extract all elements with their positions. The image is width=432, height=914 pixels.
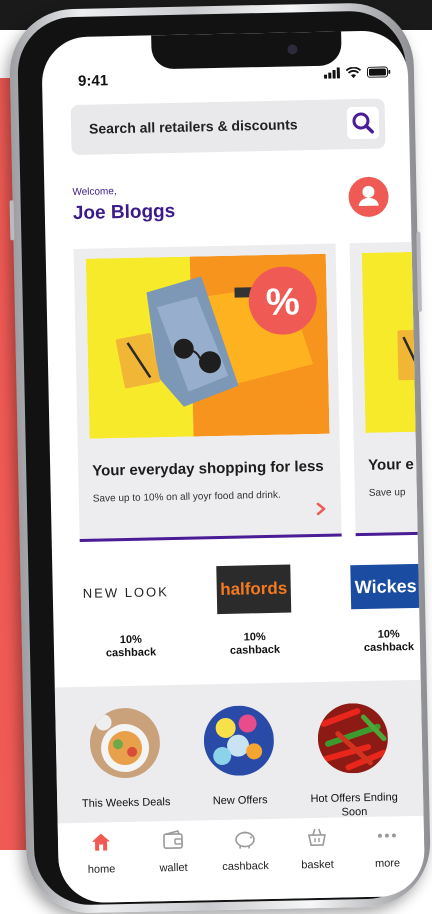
status-icons [324,66,391,78]
tab-label: basket [282,858,352,871]
promo-subtitle: Save up to 10% on all yoyr food and drin… [93,490,281,505]
tab-more[interactable]: more [352,824,423,870]
promo-title: Your e [368,456,414,474]
retailer-new-look[interactable]: NEW LOOK [83,583,169,603]
more-icon [376,824,398,846]
bottom-tab-bar: home wallet [58,816,426,904]
profile-button[interactable] [348,176,389,217]
welcome-text: Welcome, [72,186,117,198]
tab-label: more [352,857,422,870]
cashback-text: cashback [106,646,156,659]
retailer-halfords[interactable]: halfords [216,565,291,615]
phone-side-button [10,200,15,240]
offer-label: Hot Offers Ending Soon [304,790,405,818]
search-button[interactable] [347,107,380,140]
status-time: 9:41 [78,72,108,90]
chevron-right-icon [315,502,327,516]
camera-icon [287,44,297,54]
promo-card[interactable]: Your e Save up [350,242,426,536]
promo-image: % [86,254,330,439]
cashback-label: 10% cashback [86,633,177,661]
offer-label: New Offers [190,793,291,821]
search-bar[interactable]: Search all retailers & discounts [71,98,386,155]
cashback-value: 10% [378,628,400,640]
tab-label: wallet [138,861,208,874]
wallet-icon [162,829,184,851]
phone-notch [151,31,342,69]
promo-illustration [362,252,424,433]
signal-icon [324,67,340,78]
offer-label: This Weeks Deals [76,795,177,823]
retailer-wickes[interactable]: Wickes [350,564,421,609]
search-input[interactable]: Search all retailers & discounts [89,116,298,136]
promo-illustration: % [86,254,330,439]
tab-cashback[interactable]: cashback [210,827,281,873]
retailer-logo-text: halfords [220,579,287,600]
piggy-bank-icon [232,827,258,850]
phone-bezel: 9:41 Search all retailers & [17,10,424,906]
promo-image [362,252,424,433]
cashback-label: 10% cashback [344,628,426,656]
tab-wallet[interactable]: wallet [138,828,209,874]
tab-label: cashback [210,860,280,873]
promo-card[interactable]: % Your everyday shopping for less Save u… [74,244,342,542]
cashback-value: 10% [244,631,266,643]
basket-icon [306,826,328,848]
discount-badge-text: % [265,281,300,324]
user-name: Joe Bloggs [73,201,176,225]
user-icon [348,176,389,217]
tab-basket[interactable]: basket [282,825,353,871]
phone-screen: 9:41 Search all retailers & [41,30,425,903]
tab-home[interactable]: home [66,830,137,876]
home-icon [90,830,112,852]
battery-icon [367,66,391,78]
wifi-icon [346,67,361,78]
retailer-logo-text: NEW LOOK [83,584,169,601]
promo-title: Your everyday shopping for less [92,458,324,480]
tab-label: home [66,863,136,876]
promo-subtitle: Save up [369,487,406,499]
phone-side-button [416,232,422,312]
promo-arrow-button[interactable] [315,502,327,521]
cashback-text: cashback [230,644,280,657]
cashback-value: 10% [120,634,142,646]
cashback-text: cashback [364,641,414,654]
search-icon [347,107,380,140]
phone-frame: 9:41 Search all retailers & [9,2,432,914]
cashback-label: 10% cashback [210,630,301,658]
retailer-logo-text: Wickes [355,575,417,597]
